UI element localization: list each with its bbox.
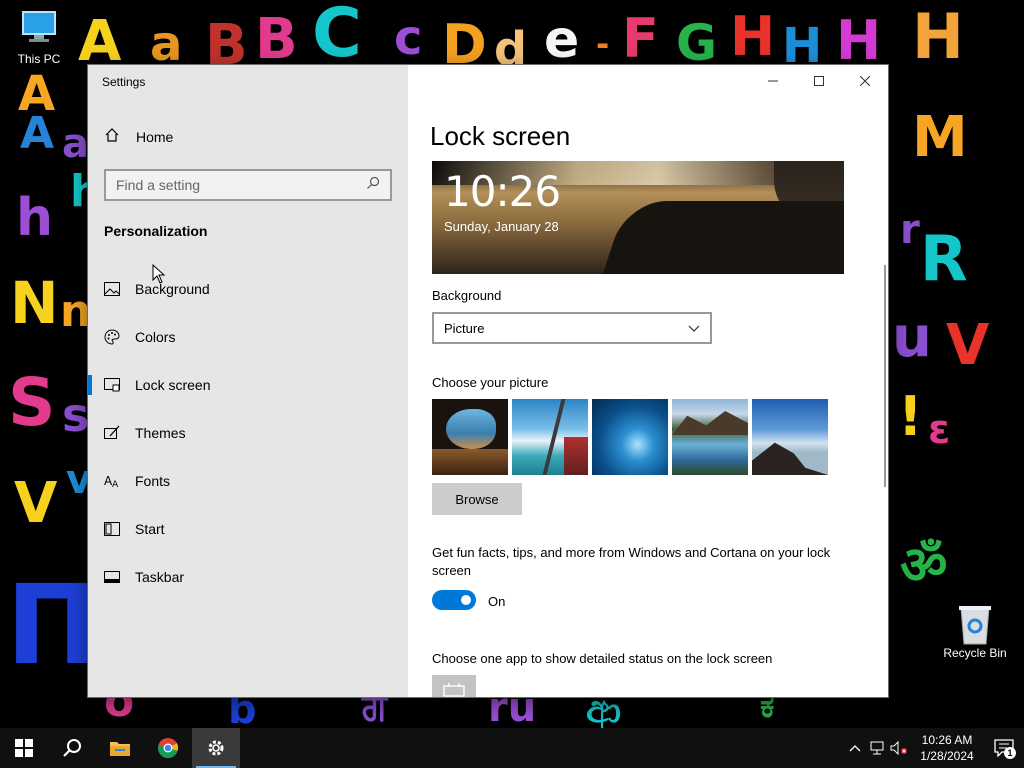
- network-icon: [870, 741, 884, 755]
- window-title: Settings: [102, 75, 146, 89]
- system-tray: 10:26 AM 1/28/2024 1: [844, 728, 1024, 768]
- minimize-button[interactable]: [750, 65, 796, 97]
- start-button[interactable]: [0, 728, 48, 768]
- thumbnail-mountain-sea[interactable]: [752, 399, 828, 475]
- minimize-icon: [768, 80, 778, 82]
- sidebar-item-taskbar[interactable]: Taskbar: [88, 553, 408, 601]
- sidebar-item-lock-screen[interactable]: Lock screen: [88, 361, 408, 409]
- mouse-cursor-icon: [152, 264, 166, 284]
- file-explorer-icon: [110, 742, 130, 756]
- themes-icon: [104, 425, 120, 441]
- sidebar-item-background[interactable]: Background: [88, 265, 408, 313]
- preview-date: Sunday, January 28: [444, 219, 559, 234]
- thumbnail-cave-beach[interactable]: [432, 399, 508, 475]
- thumbnail-mountain-lake[interactable]: [672, 399, 748, 475]
- picture-thumbnails: [432, 399, 828, 475]
- fun-facts-toggle[interactable]: [432, 590, 476, 610]
- sidebar-item-label: Colors: [135, 329, 176, 345]
- thumbnail-sky-wing[interactable]: [512, 399, 588, 475]
- choose-picture-label: Choose your picture: [432, 375, 549, 390]
- recycle-bin-icon: [953, 602, 997, 645]
- desktop-icon-label: This PC: [17, 52, 61, 66]
- desktop-icon-recycle-bin[interactable]: Recycle Bin: [938, 602, 1012, 660]
- settings-icon: [208, 740, 224, 756]
- content-scrollbar[interactable]: [884, 265, 886, 487]
- sidebar-item-label: Lock screen: [135, 377, 211, 393]
- content-pane: Lock screen 10:26 Sunday, January 28 Bac…: [408, 65, 888, 697]
- chevron-down-icon: [688, 321, 700, 336]
- chrome-button[interactable]: [144, 728, 192, 768]
- volume-muted-icon: [890, 741, 907, 755]
- maximize-icon: [814, 76, 824, 86]
- app-status-label: Choose one app to show detailed status o…: [432, 651, 773, 666]
- notification-center-button[interactable]: 1: [984, 728, 1024, 768]
- sidebar-item-start[interactable]: Start: [88, 505, 408, 553]
- fun-facts-label: Get fun facts, tips, and more from Windo…: [432, 545, 831, 578]
- close-button[interactable]: [842, 65, 888, 97]
- chrome-icon: [158, 738, 179, 759]
- search-button[interactable]: [48, 728, 96, 768]
- settings-button[interactable]: [192, 728, 240, 768]
- sidebar-item-label: Home: [136, 129, 174, 145]
- preview-time: 10:26: [444, 167, 561, 216]
- sidebar-nav: Background Colors Lock screen Themes A A…: [88, 265, 408, 601]
- sidebar-item-themes[interactable]: Themes: [88, 409, 408, 457]
- preview-image-shadow: [597, 201, 844, 274]
- show-hidden-icons-button[interactable]: [844, 728, 866, 768]
- search-box[interactable]: [104, 169, 392, 201]
- sidebar-item-label: Fonts: [135, 473, 171, 489]
- computer-icon: [17, 8, 61, 48]
- notification-count-badge: 1: [1004, 747, 1016, 759]
- lock-screen-preview: 10:26 Sunday, January 28: [432, 161, 844, 274]
- taskbar-clock[interactable]: 10:26 AM 1/28/2024: [910, 732, 984, 764]
- home-icon: [104, 127, 120, 148]
- dropdown-value: Picture: [444, 320, 485, 336]
- chevron-up-icon: [849, 745, 861, 752]
- background-dropdown[interactable]: Picture: [432, 312, 712, 344]
- network-button[interactable]: [866, 728, 888, 768]
- toggle-state-label: On: [488, 594, 506, 609]
- sidebar-item-label: Start: [135, 521, 165, 537]
- sidebar: Settings Home Personalization Background: [88, 65, 408, 697]
- svg-text:A: A: [112, 480, 119, 489]
- section-title: Personalization: [104, 223, 208, 239]
- clock-time: 10:26 AM: [921, 733, 973, 747]
- search-icon[interactable]: [366, 176, 380, 195]
- image-icon: [104, 281, 120, 297]
- sidebar-item-home[interactable]: Home: [104, 127, 173, 147]
- browse-button[interactable]: Browse: [432, 483, 522, 515]
- close-icon: [860, 76, 870, 86]
- fonts-icon: AA: [104, 473, 120, 489]
- calendar-icon: [443, 683, 465, 697]
- sidebar-item-label: Background: [135, 281, 210, 297]
- page-title: Lock screen: [430, 121, 571, 151]
- settings-window: Settings Home Personalization Background: [88, 65, 888, 697]
- search-input[interactable]: [116, 177, 366, 193]
- start-icon: [104, 521, 120, 537]
- clock-date: 1/28/2024: [920, 749, 974, 763]
- sidebar-item-label: Taskbar: [135, 569, 185, 585]
- thumbnail-underwater[interactable]: [592, 399, 668, 475]
- sidebar-item-label: Themes: [135, 425, 186, 441]
- desktop-icon-label: Recycle Bin: [943, 646, 1007, 660]
- volume-button[interactable]: [888, 728, 910, 768]
- sidebar-item-fonts[interactable]: AA Fonts: [88, 457, 408, 505]
- lock-screen-icon: [104, 377, 120, 393]
- background-label: Background: [432, 288, 502, 303]
- window-controls: [750, 65, 888, 97]
- app-status-button[interactable]: [432, 675, 476, 697]
- desktop-icon-this-pc[interactable]: This PC: [2, 8, 76, 66]
- maximize-button[interactable]: [796, 65, 842, 97]
- search-icon: [63, 739, 81, 757]
- file-explorer-button[interactable]: [96, 728, 144, 768]
- taskbar: 10:26 AM 1/28/2024 1: [0, 728, 1024, 768]
- windows-logo-icon: [15, 739, 33, 757]
- taskbar-icon: [104, 569, 120, 585]
- palette-icon: [104, 329, 120, 345]
- sidebar-item-colors[interactable]: Colors: [88, 313, 408, 361]
- toggle-knob: [461, 595, 471, 605]
